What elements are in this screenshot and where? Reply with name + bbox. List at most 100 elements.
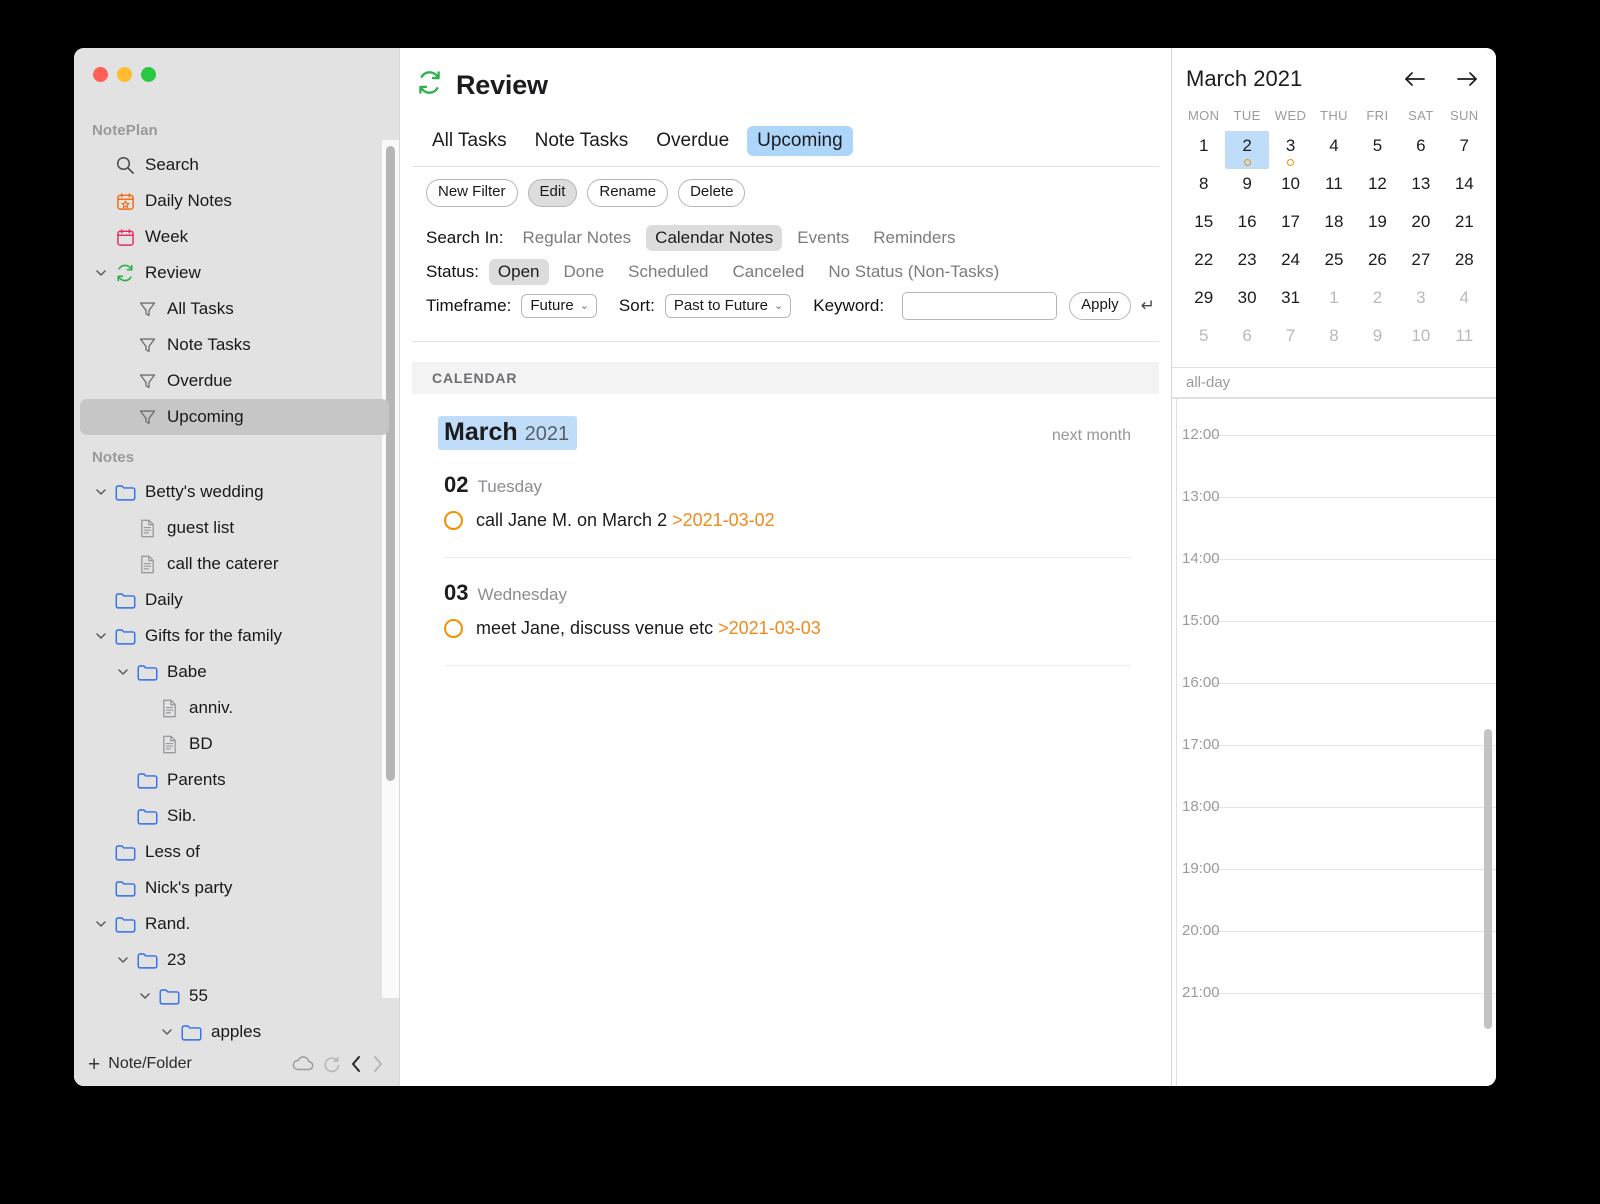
mini-calendar-day[interactable]: 5 (1356, 131, 1399, 169)
mini-calendar-day[interactable]: 31 (1269, 283, 1312, 321)
delete-button[interactable]: Delete (678, 179, 746, 207)
sidebar-item-note-tasks[interactable]: Note Tasks (80, 327, 389, 363)
mini-calendar-day[interactable]: 20 (1399, 207, 1442, 245)
sidebar-item-week[interactable]: Week (80, 219, 389, 255)
new-filter-button[interactable]: New Filter (426, 179, 518, 207)
chevron-down-icon[interactable] (90, 267, 112, 279)
mini-calendar-day[interactable]: 23 (1225, 245, 1268, 283)
mini-calendar-day[interactable]: 8 (1182, 169, 1225, 207)
mini-calendar-day[interactable]: 27 (1399, 245, 1442, 283)
mini-calendar-day[interactable]: 13 (1399, 169, 1442, 207)
rename-button[interactable]: Rename (587, 179, 669, 207)
task-date-reference[interactable]: >2021-03-02 (672, 510, 775, 530)
mini-calendar-day[interactable]: 12 (1356, 169, 1399, 207)
mini-calendar-day[interactable]: 3 (1269, 131, 1312, 169)
search-in-events[interactable]: Events (788, 225, 858, 251)
search-in-calendar-notes[interactable]: Calendar Notes (646, 224, 783, 251)
sidebar-note-guest-list[interactable]: guest list (80, 510, 389, 546)
mini-calendar-day[interactable]: 28 (1443, 245, 1486, 283)
sidebar-note-23[interactable]: 23 (80, 942, 389, 978)
sidebar-note-anniv[interactable]: anniv. (80, 690, 389, 726)
collapse-left-icon[interactable] (349, 1055, 363, 1073)
timeline-hour-slot[interactable]: 16:00 (1172, 674, 1496, 745)
mini-calendar-day[interactable]: 29 (1182, 283, 1225, 321)
task-date-reference[interactable]: >2021-03-03 (718, 618, 821, 638)
mini-calendar-day[interactable]: 3 (1399, 283, 1442, 321)
mini-calendar-day[interactable]: 1 (1182, 131, 1225, 169)
sidebar-note-call-the-caterer[interactable]: call the caterer (80, 546, 389, 582)
expand-right-icon[interactable] (371, 1055, 385, 1073)
mini-calendar-day[interactable]: 14 (1443, 169, 1486, 207)
timeframe-select[interactable]: Future ⌄ (521, 293, 597, 318)
day-heading[interactable]: 02 Tuesday (444, 450, 1131, 498)
all-day-row[interactable]: all-day (1172, 367, 1496, 399)
mini-calendar-day[interactable]: 8 (1312, 321, 1355, 359)
mini-calendar-day[interactable]: 6 (1399, 131, 1442, 169)
mini-calendar-day[interactable]: 10 (1269, 169, 1312, 207)
chevron-down-icon[interactable] (134, 990, 156, 1002)
close-button[interactable] (93, 67, 108, 82)
timeline-hour-slot[interactable]: 12:00 (1172, 426, 1496, 497)
refresh-icon[interactable] (322, 1055, 341, 1074)
sidebar-note-rand[interactable]: Rand. (80, 906, 389, 942)
mini-calendar-day[interactable]: 18 (1312, 207, 1355, 245)
edit-button[interactable]: Edit (527, 179, 578, 207)
chevron-down-icon[interactable] (112, 666, 134, 678)
mini-calendar-day[interactable]: 6 (1225, 321, 1268, 359)
mini-calendar-day[interactable]: 26 (1356, 245, 1399, 283)
search-in-reminders[interactable]: Reminders (864, 225, 964, 251)
mini-calendar-day[interactable]: 5 (1182, 321, 1225, 359)
sidebar-note-55[interactable]: 55 (80, 978, 389, 1014)
maximize-button[interactable] (141, 67, 156, 82)
mini-calendar-day[interactable]: 7 (1443, 131, 1486, 169)
sidebar-note-parents[interactable]: Parents (80, 762, 389, 798)
sidebar-item-review[interactable]: Review (80, 255, 389, 291)
tab-upcoming[interactable]: Upcoming (747, 126, 853, 156)
sidebar-note-daily[interactable]: Daily (80, 582, 389, 618)
add-plus-icon[interactable]: + (88, 1054, 100, 1075)
sidebar-item-search[interactable]: Search (80, 147, 389, 183)
mini-calendar-day[interactable]: 24 (1269, 245, 1312, 283)
cloud-sync-icon[interactable] (292, 1056, 314, 1072)
mini-calendar-day[interactable]: 25 (1312, 245, 1355, 283)
mini-calendar-day[interactable]: 11 (1312, 169, 1355, 207)
minimize-button[interactable] (117, 67, 132, 82)
timeline-hour-slot[interactable]: 17:00 (1172, 736, 1496, 807)
search-in-regular-notes[interactable]: Regular Notes (514, 225, 641, 251)
mini-calendar-day[interactable]: 4 (1312, 131, 1355, 169)
mini-calendar-day[interactable]: 4 (1443, 283, 1486, 321)
tab-note-tasks[interactable]: Note Tasks (525, 126, 639, 156)
timeline-hour-slot[interactable]: 19:00 (1172, 860, 1496, 931)
sidebar-note-gifts-for-the-family[interactable]: Gifts for the family (80, 618, 389, 654)
sidebar-note-less-of[interactable]: Less of (80, 834, 389, 870)
mini-calendar-day[interactable]: 11 (1443, 321, 1486, 359)
task-open-circle-icon[interactable] (444, 510, 463, 530)
status-canceled[interactable]: Canceled (724, 259, 814, 285)
chevron-down-icon[interactable] (90, 486, 112, 498)
timeline-hour-slot[interactable]: 21:00 (1172, 984, 1496, 1055)
mini-calendar-day[interactable]: 17 (1269, 207, 1312, 245)
status-scheduled[interactable]: Scheduled (619, 259, 717, 285)
sidebar-note-babe[interactable]: Babe (80, 654, 389, 690)
timeline-hour-slot[interactable]: 11:00 (1172, 399, 1496, 435)
return-key-icon[interactable]: ↵ (1141, 296, 1155, 316)
apply-button[interactable]: Apply (1069, 291, 1131, 320)
sidebar-note-betty-s-wedding[interactable]: Betty's wedding (80, 474, 389, 510)
task-row[interactable]: meet Jane, discuss venue etc >2021-03-03 (444, 606, 1131, 639)
mini-calendar-day[interactable]: 1 (1312, 283, 1355, 321)
prev-month-arrow-icon[interactable] (1404, 71, 1426, 87)
chevron-down-icon[interactable] (112, 954, 134, 966)
tab-all-tasks[interactable]: All Tasks (422, 126, 517, 156)
mini-calendar-day[interactable]: 2 (1225, 131, 1269, 169)
sidebar-item-daily-notes[interactable]: Daily Notes (80, 183, 389, 219)
sidebar-note-bd[interactable]: BD (80, 726, 389, 762)
timeline-scrollbar-thumb[interactable] (1484, 729, 1492, 1029)
mini-calendar-day[interactable]: 7 (1269, 321, 1312, 359)
sidebar-item-overdue[interactable]: Overdue (80, 363, 389, 399)
chevron-down-icon[interactable] (156, 1026, 178, 1038)
chevron-down-icon[interactable] (90, 630, 112, 642)
tab-overdue[interactable]: Overdue (646, 126, 739, 156)
mini-calendar-day[interactable]: 9 (1225, 169, 1268, 207)
day-heading[interactable]: 03 Wednesday (444, 558, 1131, 606)
mini-calendar-day[interactable]: 2 (1356, 283, 1399, 321)
